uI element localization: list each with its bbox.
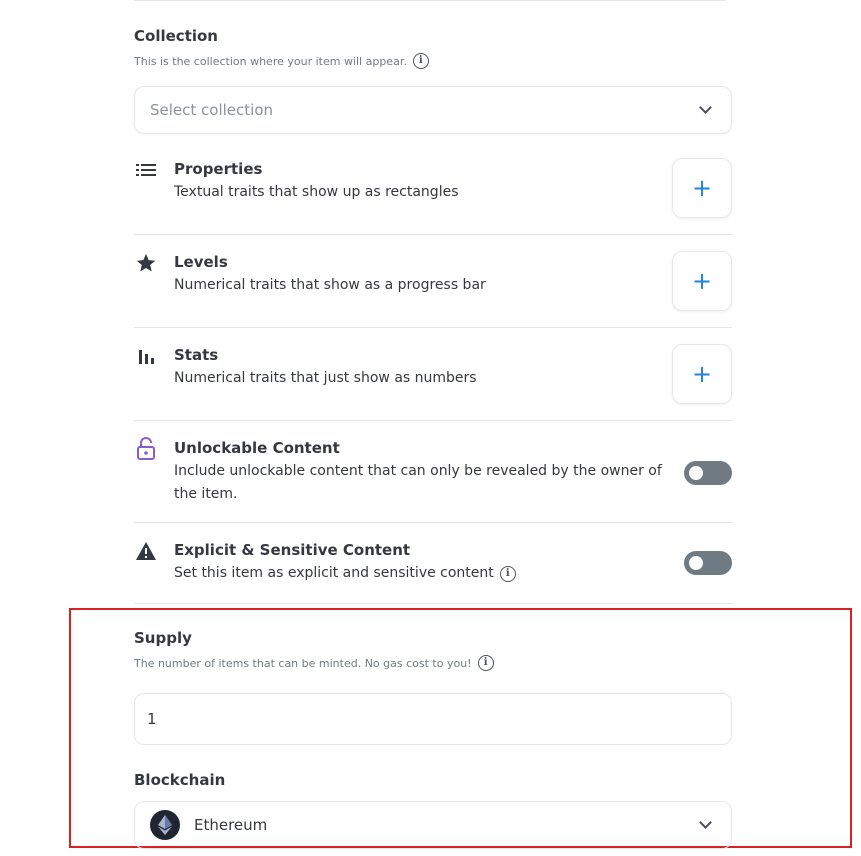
collection-subtitle: This is the collection where your item w… <box>134 53 429 69</box>
stats-title: Stats <box>174 346 219 364</box>
supply-subtitle: The number of items that can be minted. … <box>134 655 494 671</box>
divider <box>134 603 732 604</box>
divider <box>134 420 732 421</box>
supply-title: Supply <box>134 629 192 647</box>
divider <box>134 327 732 328</box>
blockchain-title: Blockchain <box>134 771 226 789</box>
stats-description: Numerical traits that just show as numbe… <box>174 370 477 386</box>
blockchain-selected: Ethereum <box>194 816 268 834</box>
levels-title: Levels <box>174 253 228 271</box>
ethereum-icon <box>150 810 180 840</box>
chevron-down-icon <box>699 101 712 114</box>
unlockable-content-title: Unlockable Content <box>174 439 340 457</box>
properties-row: Properties Textual traits that show up a… <box>134 158 732 235</box>
explicit-content-description: Set this item as explicit and sensitive … <box>174 565 494 581</box>
explicit-content-title: Explicit & Sensitive Content <box>174 541 411 559</box>
supply-input[interactable]: 1 <box>134 693 732 745</box>
info-icon[interactable]: i <box>499 565 516 582</box>
info-icon[interactable]: i <box>477 655 494 671</box>
collection-select-placeholder: Select collection <box>150 101 274 119</box>
levels-row: Levels Numerical traits that show as a p… <box>134 251 732 328</box>
collection-title: Collection <box>134 27 218 45</box>
supply-input-value: 1 <box>147 710 157 728</box>
chevron-down-icon <box>699 816 712 829</box>
toggle-knob <box>689 556 703 570</box>
star-icon <box>134 251 158 275</box>
properties-title: Properties <box>174 160 263 178</box>
info-icon[interactable]: i <box>412 53 429 69</box>
explicit-content-description-wrap: Set this item as explicit and sensitive … <box>174 562 684 585</box>
levels-description: Numerical traits that show as a progress… <box>174 277 486 293</box>
bar-chart-icon <box>134 344 158 368</box>
unlockable-content-description: Include unlockable content that can only… <box>174 463 662 502</box>
unlockable-content-row: Unlockable Content Include unlockable co… <box>134 437 732 523</box>
divider <box>134 234 732 235</box>
toggle-knob <box>689 466 703 480</box>
divider <box>134 522 732 523</box>
unlockable-content-toggle[interactable] <box>684 461 732 485</box>
explicit-content-toggle[interactable] <box>684 551 732 575</box>
lock-icon <box>134 437 158 461</box>
add-levels-button[interactable]: + <box>672 251 732 311</box>
top-divider <box>134 0 726 1</box>
stats-row: Stats Numerical traits that just show as… <box>134 344 732 421</box>
collection-subtitle-text: This is the collection where your item w… <box>134 54 407 68</box>
add-properties-button[interactable]: + <box>672 158 732 218</box>
supply-subtitle-text: The number of items that can be minted. … <box>134 656 472 670</box>
warning-icon <box>134 539 158 563</box>
add-stats-button[interactable]: + <box>672 344 732 404</box>
explicit-content-row: Explicit & Sensitive Content Set this it… <box>134 539 732 604</box>
list-icon <box>134 158 158 182</box>
blockchain-select[interactable]: Ethereum <box>134 801 732 849</box>
properties-description: Textual traits that show up as rectangle… <box>174 184 459 200</box>
collection-select[interactable]: Select collection <box>134 86 732 134</box>
